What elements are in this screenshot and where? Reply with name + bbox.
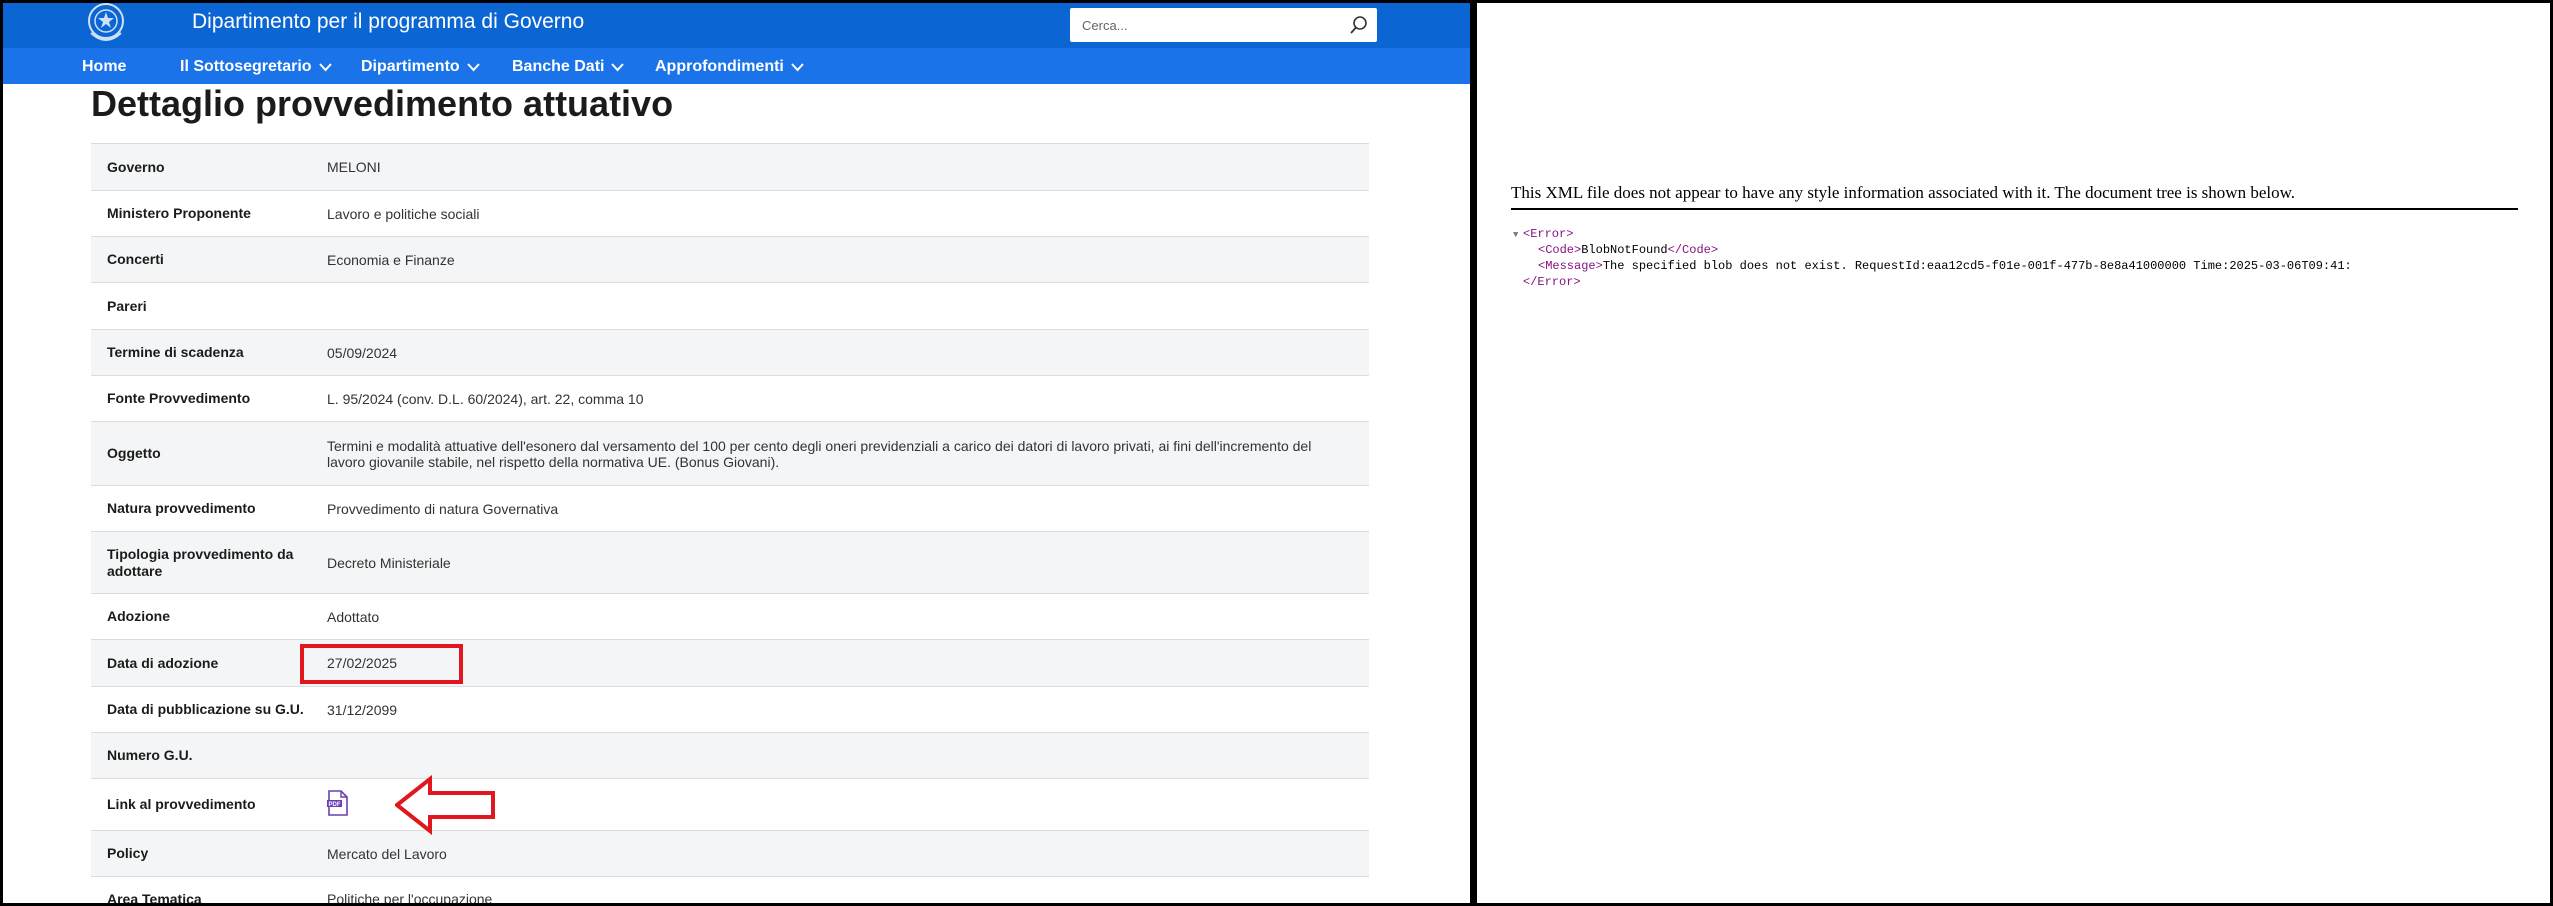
pdf-file-icon[interactable]: PDF [327, 790, 349, 816]
nav-sottosegretario[interactable]: Il Sottosegretario [180, 58, 332, 76]
table-row-oggetto: Oggetto Termini e modalità attuative del… [91, 421, 1369, 485]
xml-message-line: <Message>The specified blob does not exi… [1513, 258, 2352, 274]
nav-approfondimenti-label: Approfondimenti [655, 58, 784, 75]
page-title: Dettaglio provvedimento attuativo [91, 83, 674, 124]
xml-message-open-tag: <Message> [1538, 259, 1603, 273]
row-value: MELONI [327, 159, 381, 175]
xml-error-close-line: </Error> [1513, 274, 2352, 290]
nav-banche-dati[interactable]: Banche Dati [512, 58, 625, 76]
row-label: Pareri [107, 297, 147, 314]
row-label: Link al provvedimento [107, 796, 256, 812]
chevron-down-icon [466, 62, 480, 71]
row-label: Data di pubblicazione su G.U. [107, 701, 304, 717]
nav-home[interactable]: Home [82, 58, 126, 76]
xml-document-tree: ▼ <Error> <Code>BlobNotFound</Code> <Mess… [1513, 226, 2352, 290]
table-row-pareri: Pareri [91, 282, 1369, 329]
row-label: Numero G.U. [107, 747, 193, 763]
nav-dipartimento-label: Dipartimento [361, 58, 460, 75]
table-row-termine: Termine di scadenza 05/09/2024 [91, 329, 1369, 375]
left-arrow-annotation-icon [395, 775, 495, 835]
row-value: 31/12/2099 [327, 701, 398, 718]
row-value: Decreto Ministeriale [327, 554, 451, 571]
nav-banche-dati-label: Banche Dati [512, 58, 605, 75]
row-value: Provvedimento di natura Governativa [327, 500, 559, 517]
left-browser-panel: Dipartimento per il programma di Governo… [3, 3, 1470, 903]
row-label: Area Tematica [107, 891, 202, 903]
site-header: Dipartimento per il programma di Governo [3, 3, 1470, 48]
table-row-data-adozione: Data di adozione 27/02/2025 [91, 639, 1369, 686]
divider [1511, 208, 2518, 210]
table-row-numero-gu: Numero G.U. [91, 732, 1369, 778]
site-title[interactable]: Dipartimento per il programma di Governo [192, 10, 584, 34]
table-row-data-pubblicazione: Data di pubblicazione su G.U. 31/12/2099 [91, 686, 1369, 732]
nav-dipartimento[interactable]: Dipartimento [361, 58, 480, 76]
right-browser-panel: This XML file does not appear to have an… [1477, 3, 2550, 903]
row-label: Termine di scadenza [107, 344, 244, 360]
row-label: Natura provvedimento [107, 500, 256, 516]
xml-code-close-tag: </Code> [1667, 243, 1719, 257]
table-row-governo: Governo MELONI [91, 143, 1369, 190]
row-value: Lavoro e politiche sociali [327, 205, 480, 222]
table-row-area-tematica: Area Tematica Politiche per l'occupazion… [91, 876, 1369, 903]
xml-code-open-tag: <Code> [1538, 243, 1582, 257]
table-row-adozione: Adozione Adottato [91, 593, 1369, 639]
table-row-natura: Natura provvedimento Provvedimento di na… [91, 485, 1369, 531]
xml-style-info-text: This XML file does not appear to have an… [1511, 183, 2296, 202]
svg-text:PDF: PDF [329, 802, 341, 808]
chevron-down-icon [318, 62, 332, 71]
italian-republic-emblem-icon[interactable] [83, 3, 129, 45]
row-label: Ministero Proponente [107, 205, 251, 221]
xml-error-close-tag: </Error> [1523, 275, 1581, 289]
row-value: Adottato [327, 608, 380, 625]
xml-message-text: The specified blob does not exist. Reque… [1602, 259, 2352, 273]
table-row-fonte: Fonte Provvedimento L. 95/2024 (conv. D.… [91, 375, 1369, 421]
row-label: Data di adozione [107, 654, 219, 671]
row-label: Adozione [107, 608, 170, 624]
row-value: Economia e Finanze [327, 251, 455, 268]
row-value: Mercato del Lavoro [327, 845, 447, 862]
row-value: 05/09/2024 [327, 344, 398, 361]
table-row-ministero: Ministero Proponente Lavoro e politiche … [91, 190, 1369, 236]
xml-code-line: <Code>BlobNotFound</Code> [1513, 242, 2352, 258]
table-row-tipologia: Tipologia provvedimento da adottare Decr… [91, 531, 1369, 593]
row-label: Oggetto [107, 445, 161, 461]
chevron-down-icon [791, 62, 804, 71]
table-row-concerti: Concerti Economia e Finanze [91, 236, 1369, 282]
chevron-down-icon [611, 62, 625, 71]
search-input[interactable] [1080, 14, 1334, 36]
nav-sottosegretario-label: Il Sottosegretario [180, 58, 312, 75]
row-label: Fonte Provvedimento [107, 390, 251, 406]
date-highlight-box [300, 644, 463, 684]
row-label: Concerti [107, 251, 164, 267]
row-value: Politiche per l'occupazione [327, 891, 493, 903]
row-value: Termini e modalità attuative dell'esoner… [327, 437, 1312, 470]
row-label: Policy [107, 845, 149, 861]
table-row-policy: Policy Mercato del Lavoro [91, 830, 1369, 876]
table-row-link: Link al provvedimento [91, 778, 1369, 830]
xml-error-open-tag: <Error> [1523, 227, 1574, 241]
nav-home-label: Home [82, 58, 127, 75]
row-label: Tipologia provvedimento da adottare [107, 545, 294, 579]
main-nav: Home Il Sottosegretario Dipartimento Ban… [3, 48, 1470, 84]
search-box[interactable] [1070, 8, 1377, 42]
search-icon[interactable] [1349, 15, 1369, 35]
row-label: Governo [107, 158, 165, 175]
row-value: 27/02/2025 [327, 655, 398, 671]
nav-approfondimenti[interactable]: Approfondimenti [655, 58, 804, 76]
collapse-triangle-icon[interactable]: ▼ [1513, 227, 1523, 243]
xml-code-text: BlobNotFound [1581, 243, 1668, 257]
xml-error-open-line[interactable]: ▼ <Error> [1513, 226, 2352, 242]
row-value: L. 95/2024 (conv. D.L. 60/2024), art. 22… [327, 390, 644, 407]
